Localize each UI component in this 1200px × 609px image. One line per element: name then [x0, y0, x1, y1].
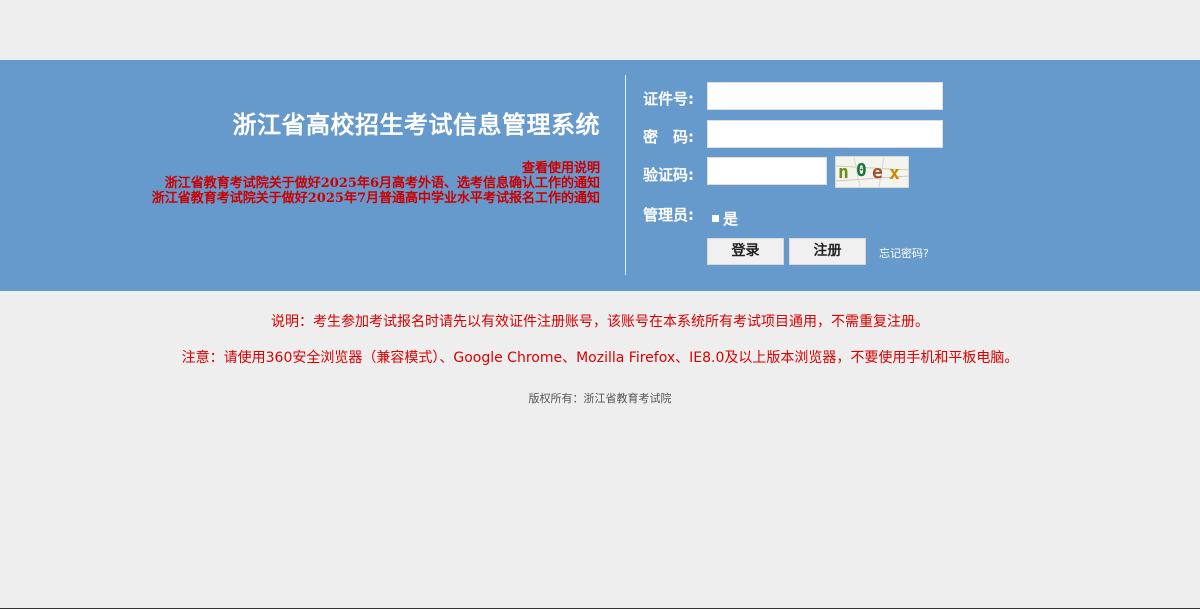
vertical-divider [625, 75, 626, 275]
login-page: 浙江省高校招生考试信息管理系统 查看使用说明 浙江省教育考试院关于做好2025年… [0, 0, 1200, 609]
login-banner: 浙江省高校招生考试信息管理系统 查看使用说明 浙江省教育考试院关于做好2025年… [0, 60, 1200, 291]
forgot-password-link[interactable]: 忘记密码? [879, 245, 929, 261]
browser-note: 注意：请使用360安全浏览器（兼容模式）、Google Chrome、Mozil… [181, 350, 1019, 366]
admin-yes-label: 是 [723, 210, 739, 228]
notice-link-july-exam[interactable]: 浙江省教育考试院关于做好2025年7月普通高中学业水平考试报名工作的通知 [152, 191, 600, 206]
admin-checkbox[interactable]: 是 [712, 208, 738, 229]
password-input[interactable] [707, 120, 943, 148]
password-label: 密 码: [643, 128, 694, 146]
register-button[interactable]: 注册 [789, 238, 866, 265]
admin-label: 管理员: [643, 206, 694, 224]
captcha-label: 验证码: [643, 166, 694, 184]
notice-links: 查看使用说明 浙江省教育考试院关于做好2025年6月高考外语、选考信息确认工作的… [152, 161, 600, 206]
usage-guide-link[interactable]: 查看使用说明 [152, 161, 600, 176]
site-title: 浙江省高校招生考试信息管理系统 [232, 111, 600, 139]
id-number-label: 证件号: [643, 90, 694, 108]
captcha-char-4: x [889, 163, 900, 184]
captcha-char-2: 0 [856, 160, 867, 181]
notice-link-june-exam[interactable]: 浙江省教育考试院关于做好2025年6月高考外语、选考信息确认工作的通知 [152, 176, 600, 191]
captcha-image[interactable]: n 0 e x [835, 156, 909, 188]
captcha-char-1: n [838, 162, 849, 183]
checkbox-box[interactable] [712, 215, 719, 222]
captcha-char-3: e [872, 162, 883, 183]
captcha-input[interactable] [707, 157, 827, 185]
login-button[interactable]: 登录 [707, 238, 784, 265]
id-number-input[interactable] [707, 82, 943, 110]
registration-note: 说明：考生参加考试报名时请先以有效证件注册账号，该账号在本系统所有考试项目通用，… [271, 314, 929, 330]
copyright-text: 版权所有：浙江省教育考试院 [528, 392, 672, 405]
header-left: 浙江省高校招生考试信息管理系统 查看使用说明 浙江省教育考试院关于做好2025年… [0, 60, 600, 291]
